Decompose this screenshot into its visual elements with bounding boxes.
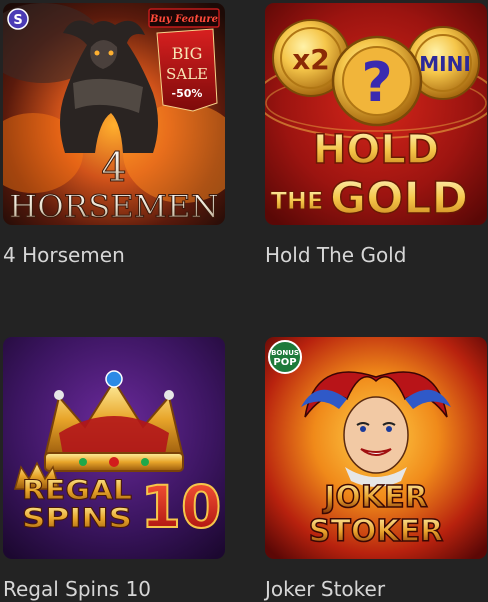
art-title-word: HORSEMEN [9,189,219,225]
art-title-number: 10 [141,473,222,541]
art-title-the: THE [271,187,324,215]
game-thumbnail-regal-spins-10[interactable]: REGAL SPINS 10 [3,337,225,559]
coin-multiplier: x2 [292,43,330,76]
sale-discount: -50% [172,87,203,100]
game-thumbnail-joker-stoker[interactable]: BONUS POP JOKER STOKER [265,337,487,559]
sale-tag-line1: BIG [172,44,203,63]
game-card-4-horsemen[interactable]: S Buy Feature BIG SALE -50% 4 HORSEMEN 4… [3,3,225,267]
bonus-pop-badge-line1: BONUS [271,349,299,357]
coin-mystery: ? [361,51,392,114]
art-title-hold: HOLD [313,127,439,173]
art-title-number: 4 [101,145,126,191]
game-card-hold-the-gold[interactable]: x2 MINI ? HOLD THE GOLD Hold The Gold [265,3,487,267]
art-title-joker: JOKER [322,480,428,515]
4-horsemen-artwork: S Buy Feature BIG SALE -50% 4 HORSEMEN [3,3,225,225]
art-title-spins: SPINS [22,503,132,534]
joker-stoker-artwork: BONUS POP JOKER STOKER [265,337,487,559]
regal-spins-10-artwork: REGAL SPINS 10 [3,337,225,559]
bonus-pop-badge-line2: POP [273,357,296,368]
buy-feature-badge: Buy Feature [149,14,218,25]
game-grid: S Buy Feature BIG SALE -50% 4 HORSEMEN 4… [0,0,488,602]
art-title-stoker: STOKER [309,514,443,549]
hold-the-gold-artwork: x2 MINI ? HOLD THE GOLD [265,3,487,225]
coin-mini: MINI [419,52,471,76]
art-title-regal: REGAL [22,475,132,506]
game-title[interactable]: 4 Horsemen [3,243,225,267]
game-title[interactable]: Joker Stoker [265,577,487,601]
art-title-gold: GOLD [330,173,468,224]
sale-tag-line2: SALE [166,65,208,83]
game-card-regal-spins-10[interactable]: REGAL SPINS 10 Regal Spins 10 [3,337,225,601]
game-card-joker-stoker[interactable]: BONUS POP JOKER STOKER Joker Stoker [265,337,487,601]
game-title[interactable]: Regal Spins 10 [3,577,225,601]
provider-logo: S [13,13,22,28]
game-thumbnail-4-horsemen[interactable]: S Buy Feature BIG SALE -50% 4 HORSEMEN [3,3,225,225]
game-title[interactable]: Hold The Gold [265,243,487,267]
game-thumbnail-hold-the-gold[interactable]: x2 MINI ? HOLD THE GOLD [265,3,487,225]
